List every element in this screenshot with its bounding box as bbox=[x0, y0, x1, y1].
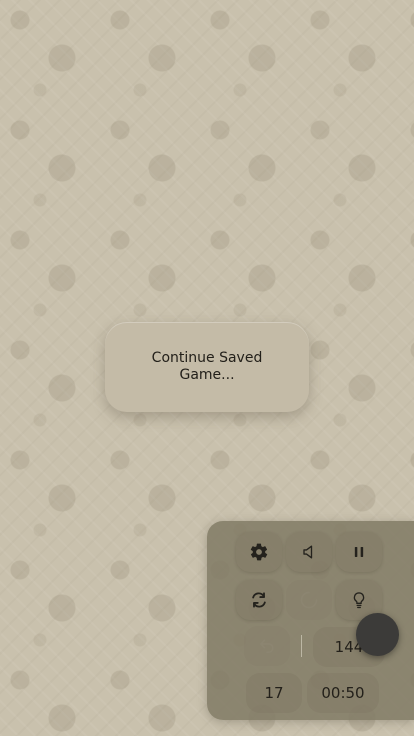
loading-indicator bbox=[286, 580, 332, 620]
pause-button[interactable] bbox=[336, 532, 382, 572]
gear-icon bbox=[249, 542, 269, 562]
restart-button[interactable] bbox=[236, 580, 282, 620]
controls-separator bbox=[301, 635, 302, 657]
undo-button[interactable] bbox=[244, 626, 290, 666]
timer-display: 00:50 bbox=[307, 673, 379, 713]
sound-button[interactable] bbox=[286, 532, 332, 572]
lightbulb-icon bbox=[349, 590, 369, 610]
speaker-icon bbox=[299, 542, 319, 562]
spinner-icon bbox=[299, 590, 319, 610]
settings-button[interactable] bbox=[236, 532, 282, 572]
moves-counter: 17 bbox=[246, 673, 302, 713]
undo-icon bbox=[257, 636, 277, 656]
pause-icon bbox=[349, 542, 369, 562]
continue-saved-game-dialog[interactable]: Continue Saved Game... bbox=[105, 322, 309, 412]
floating-action-button[interactable] bbox=[356, 613, 399, 656]
continue-saved-game-text: Continue Saved Game... bbox=[151, 350, 263, 383]
restart-icon bbox=[249, 590, 269, 610]
